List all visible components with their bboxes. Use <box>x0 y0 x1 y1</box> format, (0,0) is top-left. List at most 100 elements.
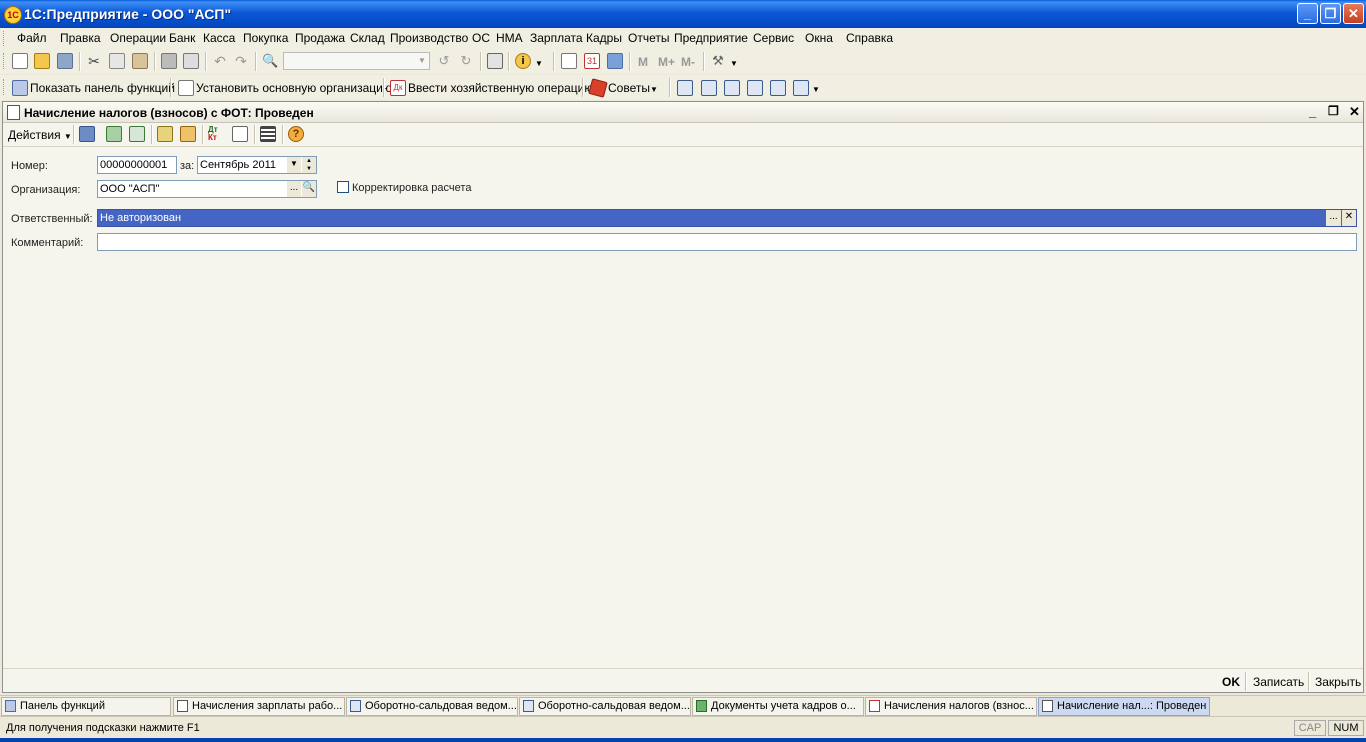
save-button[interactable]: Записать <box>1253 675 1304 689</box>
chevron-down-icon[interactable]: ▼ <box>287 157 301 173</box>
menu-salary[interactable]: Зарплата <box>530 31 583 45</box>
menu-edit[interactable]: Правка <box>60 31 101 45</box>
tips-button[interactable]: Советы <box>608 81 650 95</box>
select-ellipsis-button[interactable]: ... <box>287 181 301 197</box>
enter-based-on-icon[interactable] <box>157 126 173 142</box>
period-up-icon[interactable]: ▲ <box>302 157 316 165</box>
cut-icon[interactable]: ✂ <box>86 53 102 69</box>
period-field[interactable]: Сентябрь 2011 ▼ ▲ ▼ <box>197 156 317 174</box>
organization-field[interactable]: ООО "АСП" ... 🔍 <box>97 180 317 198</box>
open-folder-icon[interactable] <box>34 53 50 69</box>
find-previous-icon[interactable]: ↺ <box>436 53 452 69</box>
task-label: Документы учета кадров о... <box>711 700 856 712</box>
menu-help[interactable]: Справка <box>846 31 893 45</box>
task-tax-accruals[interactable]: Начисления налогов (взнос... <box>865 697 1037 716</box>
copy-icon[interactable] <box>109 53 125 69</box>
minimize-button[interactable]: _ <box>1297 3 1318 24</box>
list-settings-icon[interactable] <box>260 126 276 142</box>
undo-icon[interactable]: ↶ <box>212 53 228 69</box>
persons-icon[interactable] <box>747 80 763 96</box>
users-icon[interactable] <box>607 53 623 69</box>
print-icon[interactable] <box>161 53 177 69</box>
menu-windows[interactable]: Окна <box>805 31 833 45</box>
memory-plus-button[interactable]: M+ <box>658 55 675 69</box>
debit-credit-icon[interactable]: Дт Кт <box>208 126 224 142</box>
menu-warehouse[interactable]: Склад <box>350 31 385 45</box>
clear-icon[interactable]: ✕ <box>1342 210 1356 226</box>
search-combo[interactable]: ▼ <box>283 52 430 70</box>
search-icon[interactable]: 🔍 <box>262 53 278 69</box>
report-icon[interactable] <box>770 80 786 96</box>
calculator-icon[interactable] <box>561 53 577 69</box>
memory-minus-button[interactable]: M- <box>681 55 695 69</box>
actions-menu[interactable]: Действия ▼ <box>8 128 72 142</box>
close-button[interactable]: Закрыть <box>1315 675 1361 689</box>
menu-intangibles[interactable]: НМА <box>496 31 523 45</box>
movements-icon[interactable] <box>232 126 248 142</box>
restore-button[interactable]: ❐ <box>1320 3 1341 24</box>
function-panel-icon <box>12 80 28 96</box>
separator <box>1245 672 1247 691</box>
task-personnel-documents[interactable]: Документы учета кадров о... <box>692 697 864 716</box>
menu-operations[interactable]: Операции <box>110 31 166 45</box>
new-document-icon[interactable] <box>12 53 28 69</box>
number-field[interactable]: 00000000001 <box>97 156 177 174</box>
task-salary-accruals[interactable]: Начисления зарплаты рабо... <box>173 697 345 716</box>
help-icon[interactable]: ? <box>288 126 304 142</box>
set-main-organization-button[interactable]: Установить основную организацию <box>196 81 392 95</box>
print-preview-icon[interactable] <box>183 53 199 69</box>
find-next-icon[interactable]: ↻ <box>458 53 474 69</box>
restore-icon[interactable]: ❐ <box>1328 104 1339 118</box>
menu-service[interactable]: Сервис <box>753 31 794 45</box>
caps-lock-indicator: CAP <box>1294 720 1326 736</box>
task-current-document[interactable]: Начисление нал...: Проведен <box>1038 697 1210 716</box>
post-and-close-icon[interactable] <box>79 126 95 142</box>
menu-bank[interactable]: Банк <box>169 31 195 45</box>
menu-reports[interactable]: Отчеты <box>628 31 669 45</box>
chevron-down-icon[interactable]: ▼ <box>415 53 429 69</box>
task-turnover-balance-1[interactable]: Оборотно-сальдовая ведом... <box>346 697 518 716</box>
select-ellipsis-button[interactable]: ... <box>1326 210 1341 226</box>
menu-cash[interactable]: Касса <box>203 31 235 45</box>
enter-business-operation-button[interactable]: Ввести хозяйственную операцию <box>408 81 593 95</box>
save-icon[interactable] <box>57 53 73 69</box>
post-icon[interactable] <box>106 126 122 142</box>
tools-icon[interactable]: ⚒ <box>710 53 726 69</box>
show-function-panel-button[interactable]: Показать панель функций <box>30 81 175 95</box>
responsible-field[interactable]: Не авторизован ... ✕ <box>97 209 1357 227</box>
close-icon[interactable]: ✕ <box>1349 104 1360 120</box>
menu-purchase[interactable]: Покупка <box>243 31 288 45</box>
journal-icon[interactable] <box>677 80 693 96</box>
menu-production[interactable]: Производство <box>390 31 468 45</box>
chevron-down-icon[interactable]: ▼ <box>535 53 551 69</box>
chevron-down-icon[interactable]: ▼ <box>730 53 746 69</box>
menu-fixed-assets[interactable]: ОС <box>472 31 490 45</box>
chart-of-accounts-icon[interactable] <box>793 80 809 96</box>
redo-icon[interactable]: ↷ <box>233 53 249 69</box>
document-structure-icon[interactable] <box>180 126 196 142</box>
menu-sales[interactable]: Продажа <box>295 31 345 45</box>
menu-enterprise[interactable]: Предприятие <box>674 31 748 45</box>
period-down-icon[interactable]: ▼ <box>302 165 316 173</box>
menu-file[interactable]: Файл <box>17 31 47 45</box>
calendar-icon[interactable]: 31 <box>584 53 600 69</box>
task-function-panel[interactable]: Панель функций <box>1 697 171 716</box>
minimize-icon[interactable]: _ <box>1309 104 1316 119</box>
comment-field[interactable] <box>97 233 1357 251</box>
employees-icon[interactable] <box>724 80 740 96</box>
memory-button[interactable]: M <box>638 55 648 69</box>
menu-personnel[interactable]: Кадры <box>586 31 622 45</box>
info-icon[interactable]: i <box>515 53 531 69</box>
chevron-down-icon[interactable]: ▼ <box>812 79 828 95</box>
search-icon[interactable]: 🔍 <box>302 181 316 197</box>
task-turnover-balance-2[interactable]: Оборотно-сальдовая ведом... <box>519 697 691 716</box>
ok-button[interactable]: OK <box>1222 675 1240 689</box>
refresh-icon[interactable] <box>129 126 145 142</box>
paste-icon[interactable] <box>132 53 148 69</box>
windows-icon[interactable] <box>487 53 503 69</box>
close-button[interactable]: ✕ <box>1343 3 1364 24</box>
documents-journal-icon[interactable] <box>701 80 717 96</box>
chevron-down-icon[interactable]: ▼ <box>650 79 666 95</box>
toolbar-grip <box>3 31 7 46</box>
correction-checkbox[interactable] <box>337 181 349 193</box>
